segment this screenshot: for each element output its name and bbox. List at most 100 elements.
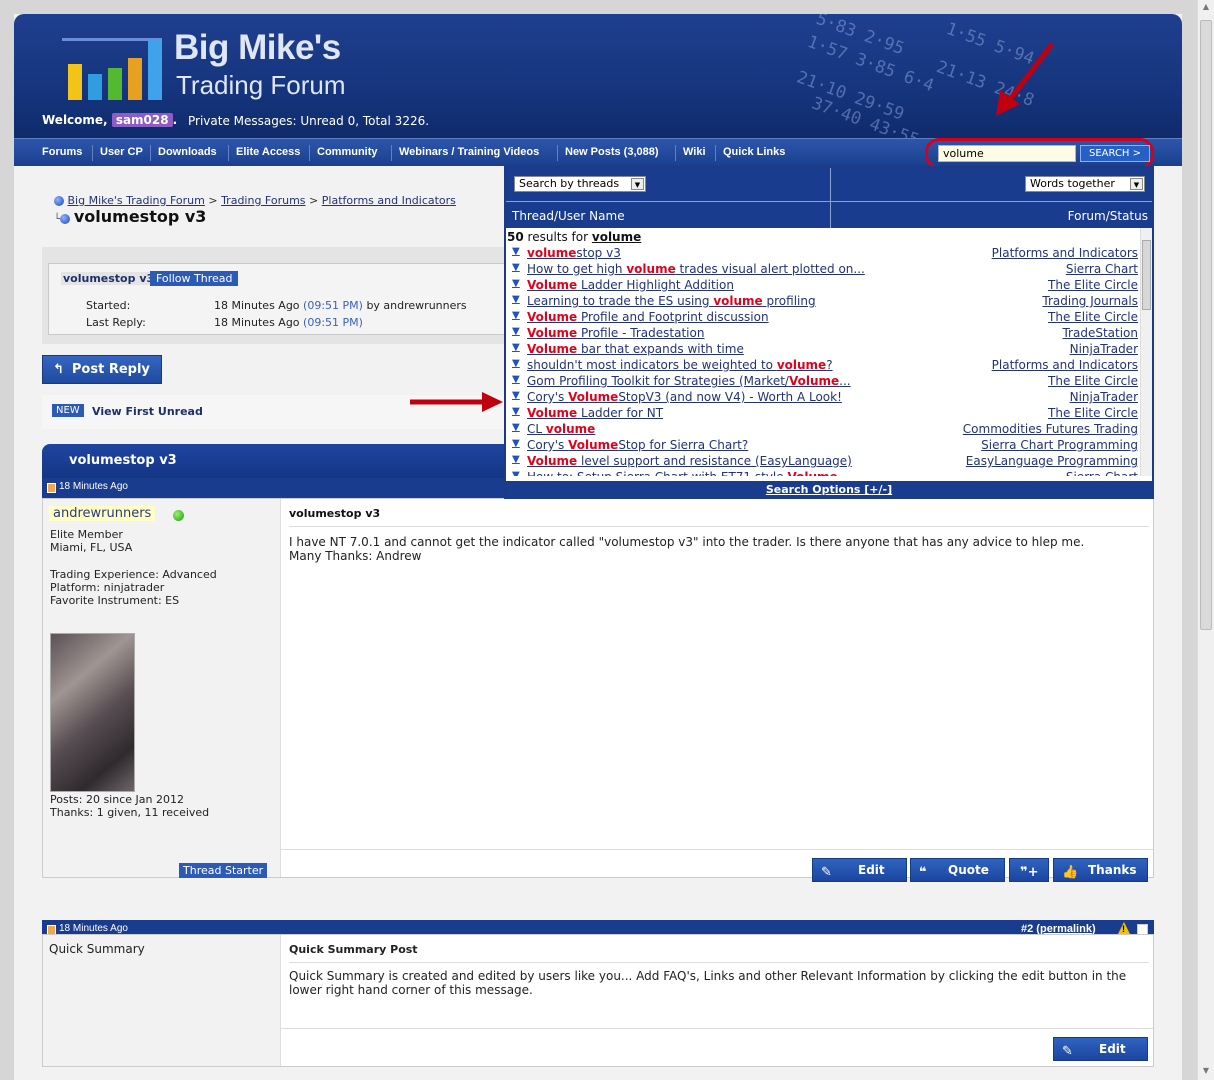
expand-arrow-icon[interactable]: ▼	[512, 374, 520, 385]
match-mode-select[interactable]: Words together ▼	[1025, 176, 1145, 192]
expand-arrow-icon[interactable]: ▼	[512, 438, 520, 449]
nav-quick-links[interactable]: Quick Links	[723, 146, 785, 158]
expand-arrow-icon[interactable]: ▼	[512, 406, 520, 417]
expand-arrow-icon[interactable]: ▼	[512, 390, 520, 401]
nav-new-posts[interactable]: New Posts (3,088)	[565, 146, 659, 158]
search-result-title[interactable]: Volume Profile and Footprint discussion	[527, 310, 769, 324]
expand-arrow-icon[interactable]: ▼	[512, 262, 520, 273]
view-first-unread-link[interactable]: View First Unread	[92, 405, 203, 418]
search-result-title[interactable]: Volume level support and resistance (Eas…	[527, 454, 852, 468]
expand-arrow-icon[interactable]: ▼	[512, 422, 520, 433]
search-result-row[interactable]: ▼ Volume bar that expands with time NinjaT…	[512, 342, 1138, 358]
search-result-row[interactable]: ▼ Volume Ladder Highlight Addition The Eli…	[512, 278, 1138, 294]
search-result-title[interactable]: Volume bar that expands with time	[527, 342, 744, 356]
search-result-row[interactable]: ▼ How to get high volume trades visual al…	[512, 262, 1138, 278]
search-result-title[interactable]: Cory's VolumeStop for Sierra Chart?	[527, 438, 748, 452]
nav-webinars[interactable]: Webinars / Training Videos	[399, 146, 539, 158]
search-result-forum[interactable]: The Elite Circle	[1048, 310, 1138, 324]
search-result-forum[interactable]: Platforms and Indicators	[992, 246, 1138, 260]
search-result-row[interactable]: ▼ Volume Ladder for NT The Elite Circle	[512, 406, 1138, 422]
quote-button[interactable]: ❝ Quote	[910, 858, 1005, 882]
search-result-forum[interactable]: Sierra Chart	[1066, 470, 1138, 476]
search-result-row[interactable]: ▼ CL volume Commodities Futures Trading	[512, 422, 1138, 438]
search-result-title[interactable]: Volume Ladder for NT	[527, 406, 663, 420]
edit-button[interactable]: ✎ Edit	[812, 858, 907, 882]
bar-chart-logo-icon[interactable]	[54, 28, 172, 104]
search-result-row[interactable]: ▼ Volume Profile and Footprint discussion…	[512, 310, 1138, 326]
expand-arrow-icon[interactable]: ▼	[512, 454, 520, 465]
breadcrumb-link-platforms[interactable]: Platforms and Indicators	[322, 194, 456, 207]
thanks-button[interactable]: 👍 Thanks	[1053, 858, 1148, 882]
search-result-forum[interactable]: Sierra Chart Programming	[981, 438, 1138, 452]
search-result-forum[interactable]: EasyLanguage Programming	[966, 454, 1138, 468]
search-result-row[interactable]: ▼ volumestop v3 Platforms and Indicators	[512, 246, 1138, 262]
scroll-down-icon[interactable]: ▼	[1201, 1066, 1211, 1076]
expand-arrow-icon[interactable]: ▼	[512, 246, 520, 257]
search-result-forum[interactable]: Trading Journals	[1042, 294, 1138, 308]
post-reply-label: Post Reply	[71, 362, 150, 377]
expand-arrow-icon[interactable]: ▼	[512, 326, 520, 337]
results-header: Thread/User Name Forum/Status	[506, 201, 1152, 228]
search-result-row[interactable]: ▼ Volume Profile - Tradestation TradeStati…	[512, 326, 1138, 342]
expand-arrow-icon[interactable]: ▼	[512, 470, 520, 476]
search-options-link[interactable]: Search Options [+/-]	[506, 481, 1152, 499]
search-result-title[interactable]: Gom Profiling Toolkit for Strategies (Ma…	[527, 374, 851, 388]
search-result-row[interactable]: ▼ Cory's VolumeStopV3 (and now V4) - Wort…	[512, 390, 1138, 406]
avatar[interactable]	[50, 633, 135, 792]
multi-quote-button[interactable]: ❞+	[1009, 858, 1049, 882]
expand-arrow-icon[interactable]: ▼	[512, 278, 520, 289]
search-result-row[interactable]: ▼ shouldn't most indicators be weighted t…	[512, 358, 1138, 374]
chevron-down-icon: ▼	[631, 178, 644, 190]
scrollbar-thumb[interactable]	[1200, 20, 1212, 630]
search-button[interactable]: SEARCH >	[1080, 145, 1150, 162]
search-result-forum[interactable]: Platforms and Indicators	[992, 358, 1138, 372]
search-result-row[interactable]: ▼ Gom Profiling Toolkit for Strategies (M…	[512, 374, 1138, 390]
search-result-title[interactable]: shouldn't most indicators be weighted to…	[527, 358, 833, 372]
search-by-select[interactable]: Search by threads ▼	[514, 176, 646, 192]
search-result-forum[interactable]: NinjaTrader	[1070, 342, 1138, 356]
search-result-title[interactable]: volumestop v3	[527, 246, 621, 260]
private-messages-text[interactable]: Private Messages: Unread 0, Total 3226.	[188, 114, 429, 128]
nav-wiki[interactable]: Wiki	[683, 146, 706, 158]
edit-button[interactable]: ✎ Edit	[1053, 1037, 1148, 1061]
author-name[interactable]: andrewrunners	[49, 506, 156, 521]
search-result-forum[interactable]: The Elite Circle	[1048, 406, 1138, 420]
expand-arrow-icon[interactable]: ▼	[512, 342, 520, 353]
search-result-forum[interactable]: The Elite Circle	[1048, 374, 1138, 388]
results-scrollbar-thumb[interactable]	[1142, 240, 1151, 310]
search-result-forum[interactable]: The Elite Circle	[1048, 278, 1138, 292]
expand-arrow-icon[interactable]: ▼	[512, 358, 520, 369]
username-link[interactable]: sam028	[111, 113, 173, 127]
search-result-row[interactable]: ▼ How to: Setup Sierra Chart with ET71 st…	[512, 470, 1138, 476]
expand-arrow-icon[interactable]: ▼	[512, 310, 520, 321]
scroll-up-icon[interactable]: ▲	[1201, 2, 1211, 12]
search-result-title[interactable]: How to: Setup Sierra Chart with ET71 sty…	[527, 470, 838, 476]
follow-thread-button[interactable]: Follow Thread	[150, 271, 239, 286]
search-result-title[interactable]: Learning to trade the ES using volume pr…	[527, 294, 816, 308]
results-count-label: results for	[527, 230, 589, 244]
nav-elite-access[interactable]: Elite Access	[236, 146, 300, 158]
nav-downloads[interactable]: Downloads	[158, 146, 217, 158]
expand-arrow-icon[interactable]: ▼	[512, 294, 520, 305]
search-result-title[interactable]: Volume Ladder Highlight Addition	[527, 278, 734, 292]
search-result-title[interactable]: Volume Profile - Tradestation	[527, 326, 704, 340]
page-scrollbar[interactable]: ▲ ▼	[1197, 0, 1214, 1080]
search-result-title[interactable]: How to get high volume trades visual ale…	[527, 262, 865, 276]
breadcrumb-link-home[interactable]: Big Mike's Trading Forum	[68, 194, 205, 207]
post-reply-button[interactable]: ↰ Post Reply	[42, 355, 162, 384]
nav-user-cp[interactable]: User CP	[100, 146, 143, 158]
search-result-forum[interactable]: Commodities Futures Trading	[963, 422, 1138, 436]
search-input[interactable]: volume	[938, 145, 1076, 162]
nav-forums[interactable]: Forums	[42, 146, 82, 158]
breadcrumb-link-trading-forums[interactable]: Trading Forums	[221, 194, 305, 207]
search-result-row[interactable]: ▼ Cory's VolumeStop for Sierra Chart? Sier…	[512, 438, 1138, 454]
search-result-row[interactable]: ▼ Learning to trade the ES using volume p…	[512, 294, 1138, 310]
search-result-forum[interactable]: NinjaTrader	[1070, 390, 1138, 404]
search-result-title[interactable]: CL volume	[527, 422, 595, 436]
search-result-row[interactable]: ▼ Volume level support and resistance (Ea…	[512, 454, 1138, 470]
nav-community[interactable]: Community	[317, 146, 378, 158]
search-result-forum[interactable]: TradeStation	[1062, 326, 1138, 340]
search-result-title[interactable]: Cory's VolumeStopV3 (and now V4) - Worth…	[527, 390, 842, 404]
results-scrollbar[interactable]	[1140, 228, 1152, 476]
search-result-forum[interactable]: Sierra Chart	[1066, 262, 1138, 276]
